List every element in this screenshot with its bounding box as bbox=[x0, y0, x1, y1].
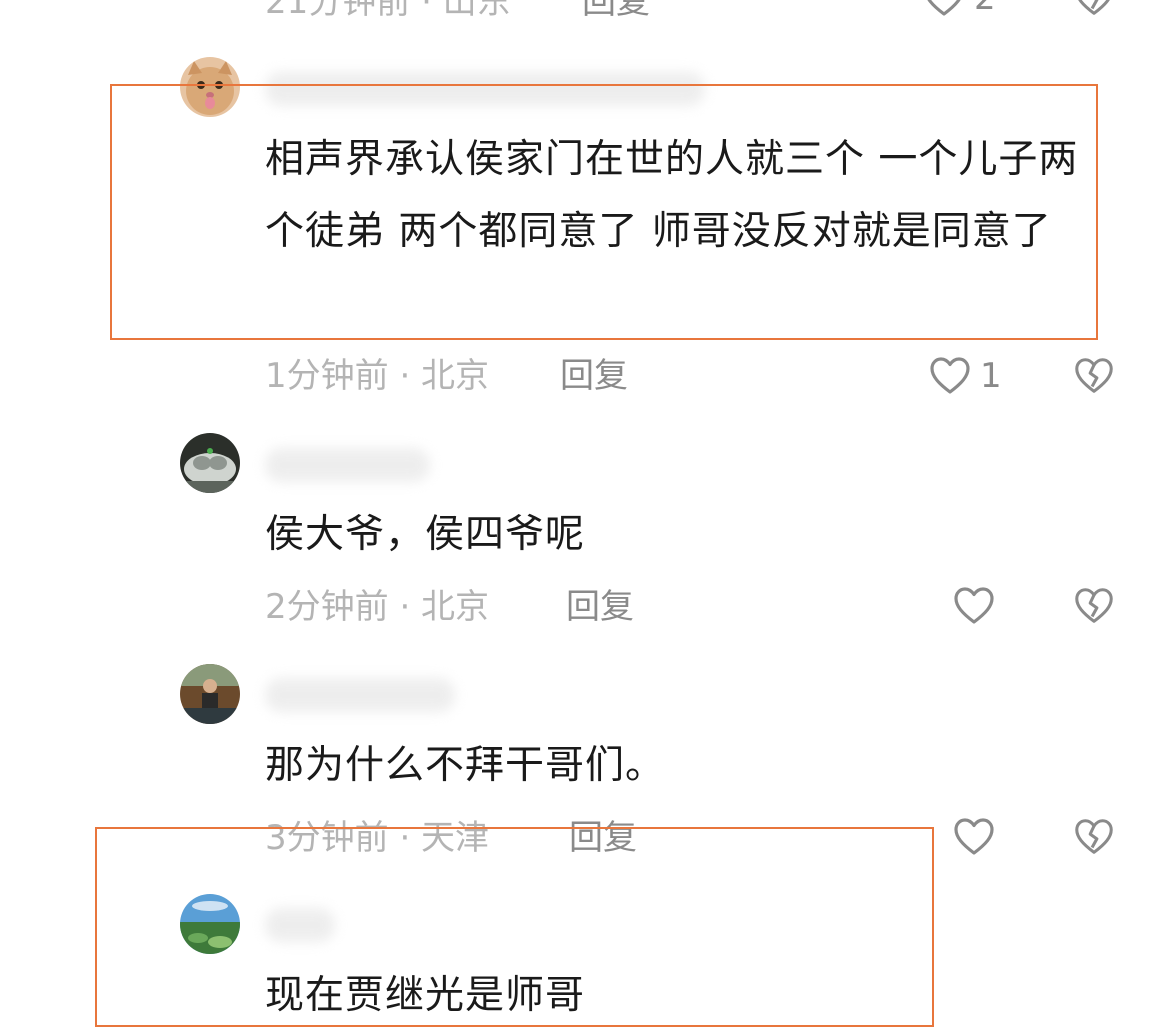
user-avatar[interactable] bbox=[180, 57, 240, 117]
username[interactable] bbox=[265, 72, 705, 106]
broken-heart-icon bbox=[1075, 819, 1113, 854]
user-avatar[interactable] bbox=[180, 664, 240, 724]
broken-heart-icon bbox=[1078, 0, 1110, 15]
comment-text: 那为什么不拜干哥们。 bbox=[265, 743, 666, 788]
heart-icon bbox=[954, 818, 994, 855]
heart-icon bbox=[954, 587, 994, 624]
username[interactable] bbox=[265, 908, 335, 942]
like-button[interactable]: 2 bbox=[922, 0, 996, 20]
dislike-button[interactable] bbox=[1072, 815, 1118, 859]
comment-text: 现在贾继光是师哥 bbox=[265, 973, 586, 1018]
reply-button[interactable]: 回复 bbox=[560, 356, 628, 396]
heart-icon bbox=[927, 0, 961, 16]
username[interactable] bbox=[265, 678, 455, 712]
reply-button[interactable]: 回复 bbox=[582, 0, 650, 22]
comment-text: 相声界承认侯家门在世的人就三个 一个儿子两个徒弟 两个都同意了 师哥没反对就是同… bbox=[265, 137, 1079, 254]
comment-time-location: 2分钟前 · 北京 bbox=[265, 587, 490, 627]
dislike-button[interactable] bbox=[1072, 584, 1118, 628]
comment-list: 21分钟前 · 山东 回复 2 相声界承认侯家门在世的人就三个 一个儿子两个徒弟… bbox=[0, 0, 1170, 1027]
cat-avatar-icon bbox=[180, 57, 240, 117]
reply-button[interactable]: 回复 bbox=[566, 587, 634, 627]
like-button[interactable] bbox=[952, 584, 996, 628]
like-button[interactable] bbox=[952, 815, 996, 859]
broken-heart-icon bbox=[1075, 358, 1113, 393]
user-avatar[interactable] bbox=[180, 894, 240, 954]
landscape-avatar-icon bbox=[180, 894, 240, 954]
like-count: 1 bbox=[980, 356, 1002, 396]
dislike-button[interactable] bbox=[1072, 0, 1118, 20]
username[interactable] bbox=[265, 448, 430, 482]
reply-button[interactable]: 回复 bbox=[569, 818, 637, 858]
cat-photo-avatar-icon bbox=[180, 433, 240, 493]
comment-time-location: 3分钟前 · 天津 bbox=[265, 818, 490, 858]
user-avatar[interactable] bbox=[180, 433, 240, 493]
comment-time-location: 21分钟前 · 山东 bbox=[265, 0, 511, 22]
broken-heart-icon bbox=[1075, 588, 1113, 623]
like-button[interactable]: 1 bbox=[928, 354, 1002, 398]
person-photo-avatar-icon bbox=[180, 664, 240, 724]
heart-icon bbox=[930, 357, 970, 394]
comment-text: 侯大爷，侯四爷呢 bbox=[265, 512, 586, 557]
like-count: 2 bbox=[974, 0, 996, 20]
dislike-button[interactable] bbox=[1072, 354, 1118, 398]
comment-time-location: 1分钟前 · 北京 bbox=[265, 356, 490, 396]
